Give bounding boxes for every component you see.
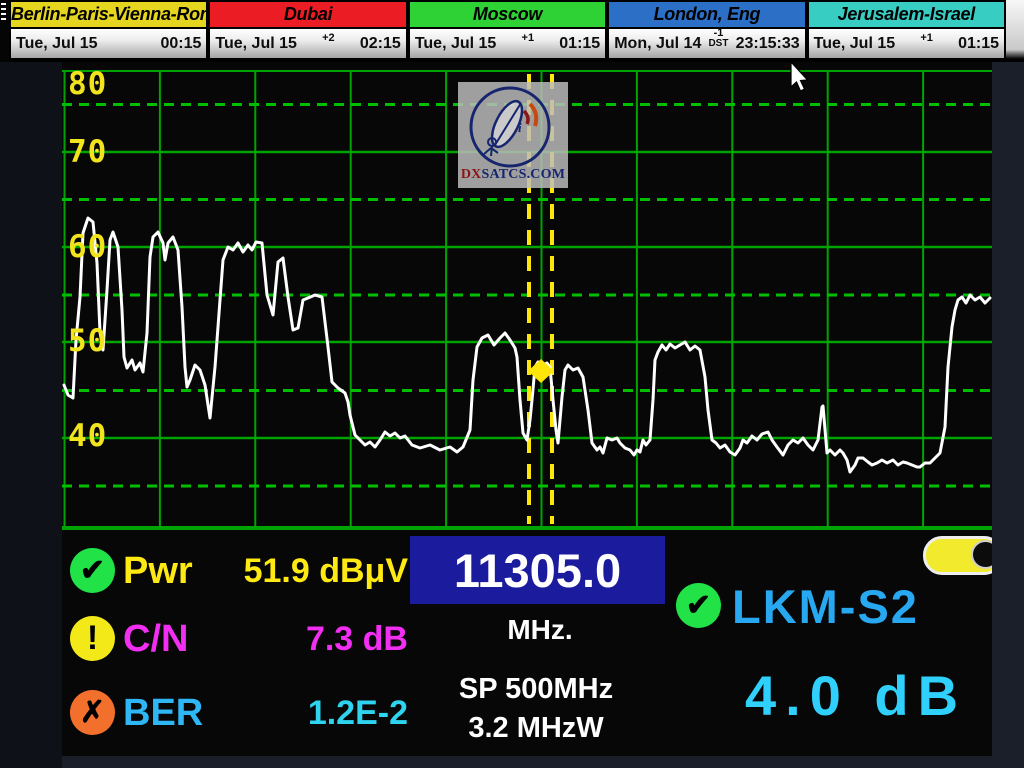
clock-date: Tue, Jul 15 <box>814 35 896 53</box>
lock-status-check-icon: ✔ <box>676 583 721 628</box>
y-axis-tick-label: 50 <box>68 326 107 357</box>
cn-label: C/N <box>123 619 188 659</box>
y-axis-tick-label: 80 <box>68 69 107 100</box>
lock-mode-label: LKM-S2 <box>732 579 919 634</box>
drag-handle-icon[interactable] <box>0 0 9 62</box>
clock-moscow: Moscow Tue, Jul 15 +1 01:15 <box>408 0 607 62</box>
cn-value: 7.3 dB <box>182 619 408 659</box>
clock-city-label: London, Eng <box>609 2 804 29</box>
clock-city-label: Dubai <box>210 2 405 29</box>
clock-time: 23:15:33 <box>736 35 800 53</box>
watermark-text: DXSATCS.COM <box>458 167 568 183</box>
clock-london: London, Eng Mon, Jul 14 -1DST 23:15:33 <box>607 0 806 62</box>
clock-time: 01:15 <box>958 35 999 53</box>
power-toggle[interactable] <box>923 536 992 575</box>
ber-status-error-icon: ✗ <box>70 690 115 735</box>
dxsatcs-watermark: i DXSATCS.COM <box>458 82 568 188</box>
clock-date-row: Tue, Jul 15 +1 01:15 <box>809 29 1004 58</box>
y-axis-tick-label: 40 <box>68 421 107 452</box>
clock-date: Tue, Jul 15 <box>215 35 297 53</box>
clock-city-label: Jerusalem-Israel <box>809 2 1004 29</box>
clock-dubai: Dubai Tue, Jul 15 +2 02:15 <box>208 0 407 62</box>
partial-window-edge <box>1006 0 1024 62</box>
clock-utc-offset: +1 <box>522 33 535 44</box>
pwr-value: 51.9 dBμV <box>182 551 408 591</box>
clock-date-row: Tue, Jul 15 00:15 <box>11 29 206 58</box>
clock-jerusalem: Jerusalem-Israel Tue, Jul 15 +1 01:15 <box>807 0 1006 62</box>
clock-time: 02:15 <box>360 35 401 53</box>
link-margin-value: 4.0 dB <box>745 663 967 728</box>
clock-berlin: Berlin-Paris-Vienna-Roma Tue, Jul 15 00:… <box>9 0 208 62</box>
clock-utc-offset: +1 <box>920 33 933 44</box>
cn-status-warning-icon: ! <box>70 616 115 661</box>
clock-city-label: Moscow <box>410 2 605 29</box>
left-margin <box>0 62 62 768</box>
y-axis-tick-label: 60 <box>68 232 107 263</box>
bandwidth-label: 3.2 MHzW <box>436 712 636 745</box>
clock-date-row: Tue, Jul 15 +1 01:15 <box>410 29 605 58</box>
clock-utc-offset: +2 <box>322 33 335 44</box>
satellite-meter-screen: Berlin-Paris-Vienna-Roma Tue, Jul 15 00:… <box>0 0 1024 768</box>
ber-value: 1.2E-2 <box>182 693 408 733</box>
clock-time: 00:15 <box>160 35 201 53</box>
svg-text:i: i <box>518 120 522 135</box>
clock-date-row: Tue, Jul 15 +2 02:15 <box>210 29 405 58</box>
clock-city-label: Berlin-Paris-Vienna-Roma <box>11 2 206 29</box>
mouse-cursor <box>789 62 813 96</box>
clock-date-row: Mon, Jul 14 -1DST 23:15:33 <box>609 29 804 58</box>
frequency-unit-label: MHz. <box>460 614 620 646</box>
clock-utc-offset: -1DST <box>708 28 728 49</box>
dxsatcs-logo-icon: i <box>458 82 568 170</box>
clock-date: Tue, Jul 15 <box>415 35 497 53</box>
meter-display: 80 70 60 50 40 i DXSATCS.COM ✔ Pwr 5 <box>62 62 992 756</box>
clock-date: Mon, Jul 14 <box>614 35 701 53</box>
span-label: SP 500MHz <box>436 673 636 706</box>
frequency-display[interactable]: 11305.0 <box>410 536 665 604</box>
clock-time: 01:15 <box>559 35 600 53</box>
toggle-knob-icon[interactable] <box>971 540 992 569</box>
y-axis-tick-label: 70 <box>68 137 107 168</box>
pwr-status-check-icon: ✔ <box>70 548 115 593</box>
clock-date: Tue, Jul 15 <box>16 35 98 53</box>
world-clock-bar: Berlin-Paris-Vienna-Roma Tue, Jul 15 00:… <box>0 0 1024 62</box>
